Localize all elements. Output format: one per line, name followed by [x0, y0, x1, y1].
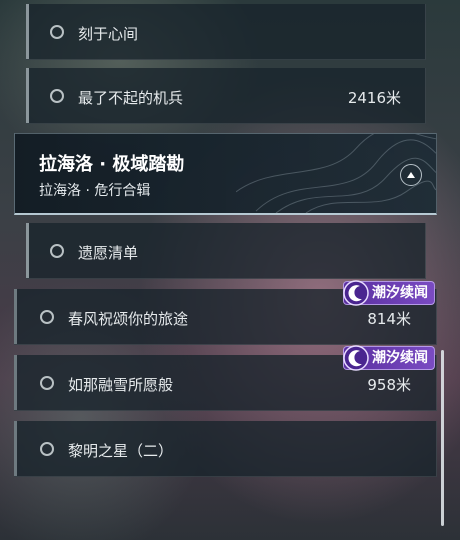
radio-circle-icon[interactable]	[40, 442, 54, 456]
quest-label: 刻于心间	[78, 25, 139, 43]
tidal-event-badge: 潮汐续闻	[343, 280, 435, 306]
radio-circle-icon[interactable]	[40, 376, 54, 390]
tidal-event-badge: 潮汐续闻	[343, 345, 435, 371]
quest-label: 遗愿清单	[78, 244, 139, 262]
group-title: 拉海洛 · 极域踏勘	[39, 154, 185, 175]
radio-circle-icon[interactable]	[50, 244, 64, 258]
radio-circle-icon[interactable]	[50, 25, 64, 39]
quest-distance: 958米	[367, 376, 411, 394]
scrollbar[interactable]	[441, 350, 444, 526]
quest-label: 黎明之星（二）	[68, 442, 174, 460]
quest-item[interactable]: 遗愿清单	[26, 223, 426, 279]
quest-label: 如那融雪所愿般	[68, 376, 174, 394]
quest-item[interactable]: 刻于心间	[26, 4, 426, 60]
quest-distance: 2416米	[347, 89, 401, 107]
radio-circle-icon[interactable]	[50, 89, 64, 103]
quest-label: 最了不起的机兵	[78, 89, 184, 107]
radio-circle-icon[interactable]	[40, 310, 54, 324]
chevron-up-icon[interactable]	[400, 164, 422, 186]
quest-label: 春风祝颂你的旅途	[68, 310, 189, 328]
group-subtitle: 拉海洛 · 危行合辑	[39, 183, 151, 199]
quest-group-header[interactable]: 拉海洛 · 极域踏勘 拉海洛 · 危行合辑	[14, 133, 437, 215]
tidal-moon-icon	[343, 280, 369, 306]
badge-label: 潮汐续闻	[372, 285, 428, 301]
tidal-moon-icon	[343, 345, 369, 371]
quest-distance: 814米	[367, 310, 411, 328]
badge-label: 潮汐续闻	[372, 350, 428, 366]
quest-item[interactable]: 最了不起的机兵 2416米	[26, 68, 426, 124]
quest-item[interactable]: 黎明之星（二）	[14, 421, 437, 477]
quest-list: 刻于心间 最了不起的机兵 2416米 拉海洛 · 极域踏勘 拉海洛 · 危行合辑…	[0, 0, 460, 540]
